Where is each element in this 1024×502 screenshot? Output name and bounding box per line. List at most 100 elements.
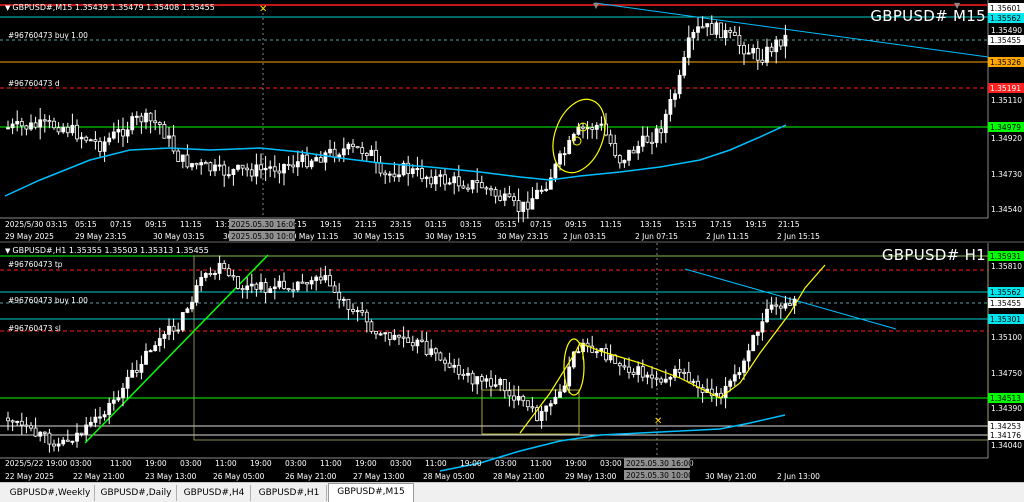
candle-body [668, 376, 673, 380]
candle-body [594, 351, 599, 354]
chart-shift-icon: ▼ [593, 1, 600, 10]
tab-weekly[interactable]: GBPUSD#,Weekly [6, 485, 95, 501]
m15-chart-pane[interactable]: 1.35490 1.35110 1.34920 1.34730 1.34540 #9676… [0, 0, 1024, 242]
candle-body [622, 159, 627, 164]
price-scale-label: 1.34540 [991, 205, 1022, 214]
candle-body [364, 152, 369, 157]
crosshair-marker-icon: ✕ [259, 4, 267, 15]
price-tag: 1.35562 [990, 288, 1021, 297]
candle-body [139, 115, 144, 123]
date-axis-label: 26 May 21:00 [285, 472, 337, 481]
candle-body [305, 282, 309, 285]
candle-body [130, 369, 135, 378]
candle-body [466, 372, 470, 376]
candle-body [378, 333, 383, 336]
candle-body [732, 31, 737, 36]
tab-daily[interactable]: GBPUSD#,Daily [96, 485, 177, 501]
crosshair-time-label: 2025.05.30 10:00 [626, 471, 693, 480]
candle-body [415, 339, 420, 347]
candle-body [516, 200, 521, 212]
candle-body [295, 161, 300, 168]
date-axis-label: 30 May 23:15 [497, 232, 549, 241]
candle-body [433, 348, 438, 354]
candle-body [530, 406, 535, 409]
date-axis-label: 30 May 15:15 [353, 232, 405, 241]
candle-body [553, 396, 558, 405]
candle-body [622, 365, 627, 368]
candle-body [470, 180, 475, 190]
candle-body [723, 29, 728, 39]
price-scale-label: 1.34390 [991, 404, 1022, 413]
candle-body [249, 283, 254, 287]
tab-h1[interactable]: GBPUSD#,H1 [252, 485, 327, 501]
candle-body [489, 378, 493, 387]
h1-chart-canvas[interactable]: 1.35810 1.35100 1.34750 1.34390 1.34040 #9676… [0, 243, 1024, 482]
time-axis-label: 15:15 [675, 220, 697, 229]
candle-body [447, 362, 452, 368]
candle-body [130, 116, 135, 131]
candle-body [213, 273, 217, 276]
candle-body [153, 120, 158, 124]
candle-body [111, 399, 116, 404]
candle-body [75, 432, 79, 442]
candle-body [659, 128, 664, 134]
candle-body [640, 135, 645, 147]
candle-body [521, 395, 526, 402]
candle-body [249, 169, 254, 177]
candle-body [447, 182, 452, 185]
collapse-triangle-icon[interactable]: ▼ [5, 4, 10, 12]
candle-body [116, 128, 121, 133]
candle-body [332, 285, 337, 293]
candle-body [544, 405, 549, 412]
candle-body [88, 139, 93, 142]
candle-body [535, 189, 539, 199]
candle-body [61, 126, 66, 133]
candle-body [360, 147, 365, 154]
candle-body [645, 374, 650, 378]
h1-chart-pane[interactable]: 1.35810 1.35100 1.34750 1.34390 1.34040 #9676… [0, 243, 1024, 482]
crosshair-time-label: 2025.05.30 10:00 [231, 232, 298, 241]
candle-body [277, 280, 282, 288]
tp-order-label: #96760473 tp [8, 260, 63, 269]
candle-body [677, 368, 682, 373]
candle-body [663, 113, 668, 134]
accumulation-rectangle [481, 389, 580, 435]
candle-body [525, 400, 530, 408]
candle-body [489, 188, 493, 191]
m15-chart-canvas[interactable]: 1.35490 1.35110 1.34920 1.34730 1.34540 #9676… [0, 0, 1024, 242]
tab-h4[interactable]: GBPUSD#,H4 [178, 485, 251, 501]
price-scale-label: 1.35490 [991, 26, 1022, 35]
time-axis-label: 19:15 [320, 220, 342, 229]
candle-body [420, 339, 424, 342]
candle-body [719, 22, 723, 39]
candle-body [15, 420, 20, 423]
candle-body [521, 201, 526, 212]
candle-body [240, 164, 245, 169]
candle-body [259, 164, 263, 171]
candle-body [79, 432, 84, 435]
candle-body [314, 157, 319, 162]
candle-body [558, 391, 562, 398]
candle-body [608, 354, 613, 361]
candle-body [723, 385, 728, 398]
candle-body [15, 121, 20, 125]
tab-m15[interactable]: GBPUSD#,M15 [328, 483, 414, 502]
candle-body [765, 46, 769, 63]
date-axis-label: 30 May 19:15 [425, 232, 477, 241]
candle-body [383, 172, 388, 176]
candle-body [42, 431, 47, 434]
sl-order-label: #96760473 sl [8, 324, 61, 333]
candle-body [709, 23, 714, 35]
candle-body [604, 348, 608, 361]
collapse-triangle-icon[interactable]: ▼ [5, 247, 10, 255]
candle-body [199, 162, 204, 166]
candle-body [443, 174, 447, 185]
candle-body [544, 188, 549, 191]
candle-body [682, 57, 687, 76]
candle-body [406, 337, 411, 343]
candle-body [148, 350, 153, 353]
candle-body [452, 364, 457, 368]
candle-body [190, 301, 194, 310]
candle-body [530, 198, 535, 210]
candle-body [213, 164, 217, 172]
